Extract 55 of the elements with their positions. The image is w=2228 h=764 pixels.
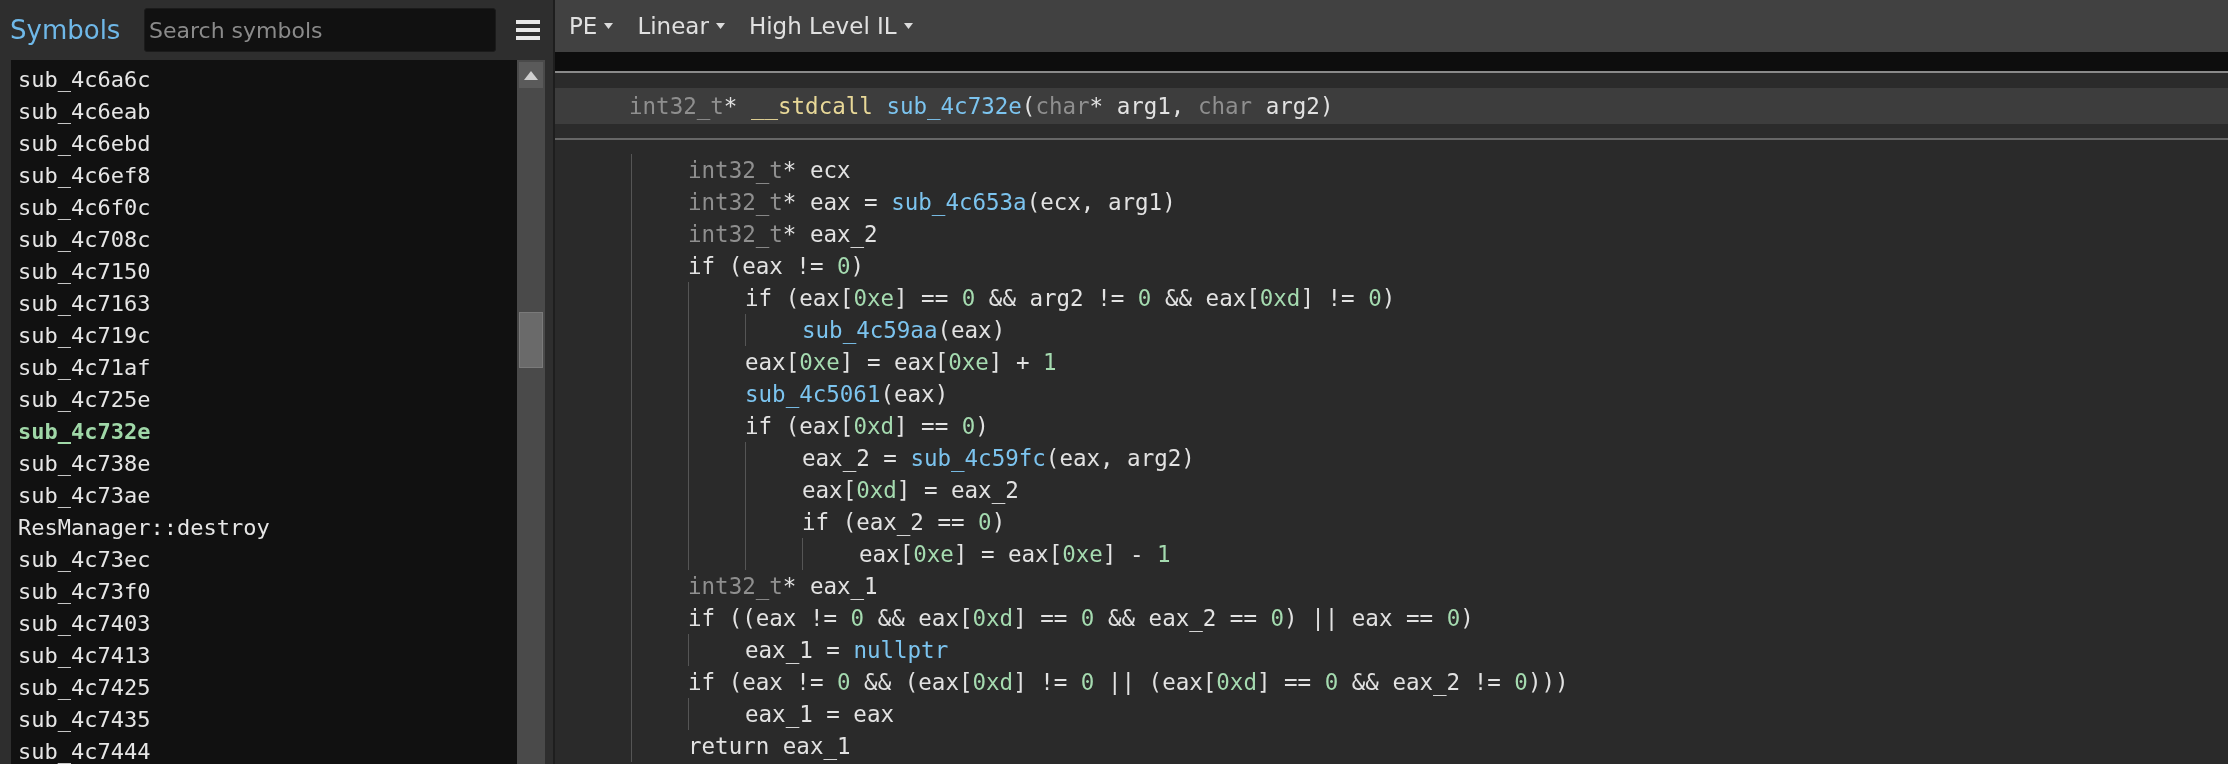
symbol-item[interactable]: sub_4c7163 bbox=[18, 288, 517, 320]
code-line: eax_1 = nullptr bbox=[745, 636, 949, 666]
code-line: int32_t* ecx bbox=[688, 156, 851, 186]
symbol-item[interactable]: sub_4c6ebd bbox=[18, 128, 517, 160]
search-field[interactable]: Search symbols bbox=[144, 8, 496, 52]
code-line: if (eax != 0) bbox=[688, 252, 865, 281]
sidebar-title: Symbols bbox=[10, 15, 122, 45]
symbol-item[interactable]: sub_4c7150 bbox=[18, 256, 517, 288]
scroll-up-button[interactable] bbox=[519, 62, 543, 88]
symbol-item[interactable]: sub_4c6ef8 bbox=[18, 160, 517, 192]
caret-icon bbox=[903, 23, 913, 29]
code-line: eax_1 = eax bbox=[745, 700, 894, 730]
code-line: int32_t* eax = sub_4c653a(ecx, arg1) bbox=[688, 188, 1176, 218]
symbol-item[interactable]: sub_4c6a6c bbox=[18, 64, 517, 96]
code-line: int32_t* eax_1 bbox=[688, 572, 878, 602]
function-signature: int32_t* __stdcall sub_4c732e(char* arg1, char arg2) bbox=[555, 87, 2228, 124]
scrollbar-thumb[interactable] bbox=[519, 312, 543, 368]
scrollbar[interactable] bbox=[517, 60, 545, 764]
symbol-item[interactable]: sub_4c708c bbox=[18, 224, 517, 256]
code-line: eax[0xe] = eax[0xe] - 1 bbox=[859, 540, 1171, 569]
menu-icon[interactable] bbox=[516, 19, 540, 41]
code-line: if (eax_2 == 0) bbox=[802, 508, 1006, 538]
symbol-item[interactable]: sub_4c7413 bbox=[18, 640, 517, 672]
caret-icon bbox=[715, 23, 725, 29]
code-line: eax[0xd] = eax_2 bbox=[802, 476, 1019, 506]
caret-icon bbox=[604, 23, 614, 29]
view-dropdown[interactable]: High Level IL bbox=[742, 9, 927, 43]
code-line: int32_t* eax_2 bbox=[688, 220, 878, 250]
symbol-item[interactable]: sub_4c73f0 bbox=[18, 576, 517, 608]
symbol-item[interactable]: sub_4c6eab bbox=[18, 96, 517, 128]
symbol-item[interactable]: sub_4c725e bbox=[18, 384, 517, 416]
view-dropdown[interactable]: Linear bbox=[631, 9, 739, 43]
code-line: return eax_1 bbox=[688, 732, 851, 762]
symbol-item[interactable]: ResManager::destroy bbox=[18, 512, 517, 544]
code-line: if (eax[0xe] == 0 && arg2 != 0 && eax[0xd] != 0) bbox=[745, 284, 1396, 313]
symbol-item[interactable]: sub_4c7444 bbox=[18, 736, 517, 764]
symbol-item[interactable]: sub_4c6f0c bbox=[18, 192, 517, 224]
code-line: sub_4c5061(eax) bbox=[745, 380, 949, 410]
symbol-item[interactable]: sub_4c732e bbox=[18, 416, 517, 448]
code-line: if (eax[0xd] == 0) bbox=[745, 412, 989, 441]
code-line: eax_2 = sub_4c59fc(eax, arg2) bbox=[802, 444, 1195, 474]
view-dropdown[interactable]: PE bbox=[563, 9, 628, 43]
code-line: if ((eax != 0 && eax[0xd] == 0 && eax_2 == 0) || eax == 0) bbox=[688, 604, 1474, 634]
symbol-item[interactable]: sub_4c719c bbox=[18, 320, 517, 352]
symbol-item[interactable]: sub_4c73ae bbox=[18, 480, 517, 512]
code-line: eax[0xe] = eax[0xe] + 1 bbox=[745, 348, 1057, 377]
code-line: if (eax != 0 && (eax[0xd] != 0 || (eax[0xd] == 0 && eax_2 != 0))) bbox=[688, 668, 1569, 698]
symbol-item[interactable]: sub_4c7435 bbox=[18, 704, 517, 736]
symbol-item[interactable]: sub_4c71af bbox=[18, 352, 517, 384]
symbol-item[interactable]: sub_4c7425 bbox=[18, 672, 517, 704]
up-arrow-icon bbox=[524, 70, 538, 80]
symbol-item[interactable]: sub_4c7403 bbox=[18, 608, 517, 640]
symbol-item[interactable]: sub_4c738e bbox=[18, 448, 517, 480]
symbol-item[interactable]: sub_4c73ec bbox=[18, 544, 517, 576]
code-line: sub_4c59aa(eax) bbox=[802, 316, 1006, 346]
